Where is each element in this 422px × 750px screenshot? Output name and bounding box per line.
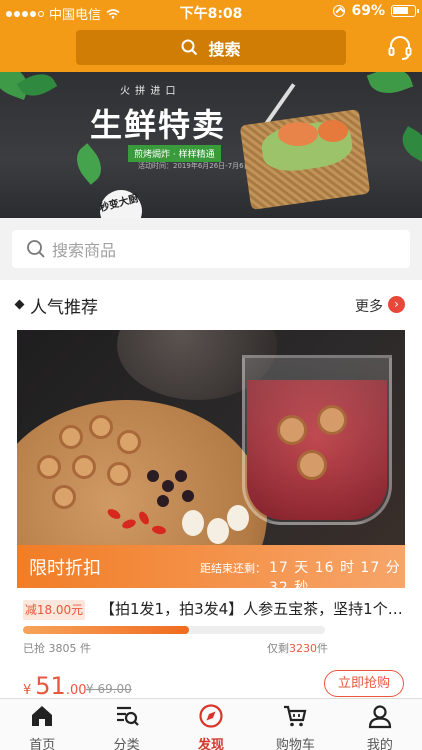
battery-icon	[391, 5, 419, 17]
sold-count: 已抢 3805 件	[23, 642, 91, 655]
discount-badge: 减18.00元	[23, 600, 85, 620]
headset-icon[interactable]	[388, 35, 412, 61]
jujube-slice	[59, 425, 83, 449]
leaf-decoration	[366, 72, 414, 101]
flash-sale-label: 限时折扣	[29, 558, 101, 579]
header-search-label: 搜索	[208, 39, 241, 59]
raisin	[162, 480, 174, 492]
leaf-decoration	[68, 143, 110, 185]
status-right: 69%	[333, 3, 419, 19]
rotation-lock-icon	[333, 5, 346, 17]
banner-date: 活动时间：2019年6月26日-7月6日	[138, 162, 251, 170]
raisin	[157, 495, 169, 507]
jujube-slice	[52, 485, 76, 509]
shrimp-image	[318, 120, 348, 142]
section-title: 人气推荐	[30, 298, 98, 318]
remaining-suffix: 件	[317, 642, 328, 655]
promo-banner[interactable]: 火 拼 进 口 生鲜特卖 煎烤焗炸 · 样样精通 活动时间：2019年6月26日…	[0, 72, 422, 218]
product-price: ¥ 51 .00	[23, 672, 87, 700]
jujube-slice	[72, 455, 96, 479]
raisin	[147, 470, 159, 482]
banner-sticker: 秒变大厨	[95, 185, 147, 218]
lily-bulb	[227, 505, 249, 531]
countdown-timer: 17 天 16 时 17 分 32 秒	[269, 560, 401, 596]
home-icon	[32, 706, 53, 726]
search-section: 搜索商品	[0, 218, 422, 280]
section-header: 人气推荐 更多 ›	[0, 280, 422, 330]
tab-label: 首页	[29, 738, 56, 750]
remaining-count: 仅剩3230件	[267, 640, 328, 656]
banner-subtitle: 火 拼 进 口	[120, 86, 177, 97]
jujube-slice	[89, 415, 113, 439]
lily-bulb	[182, 510, 204, 536]
tab-label: 发现	[198, 738, 225, 750]
tab-profile[interactable]: 我的	[338, 699, 422, 750]
tab-home[interactable]: 首页	[0, 699, 84, 750]
buy-now-button[interactable]: 立即抢购	[324, 670, 404, 697]
flash-sale-bar: 限时折扣 距结束还剩： 17 天 16 时 17 分 32 秒	[17, 545, 405, 596]
price-integer: 51	[35, 672, 66, 700]
original-price: ¥ 69.00	[86, 682, 132, 696]
remaining-prefix: 仅剩	[267, 642, 289, 655]
floating-slice	[297, 450, 327, 480]
remaining-number: 3230	[289, 642, 317, 655]
search-icon	[27, 240, 45, 258]
category-icon	[116, 706, 139, 726]
diamond-icon	[14, 299, 25, 310]
raisin	[175, 470, 187, 482]
app-header: 中国电信 下午8:08 69% 搜索	[0, 0, 422, 72]
compass-icon	[199, 704, 223, 728]
jujube-slice	[107, 462, 131, 486]
search-icon	[181, 39, 198, 56]
shrimp-image	[278, 122, 318, 146]
currency-symbol: ¥	[23, 683, 32, 698]
tab-discover[interactable]: 发现	[169, 699, 253, 750]
tab-label: 购物车	[275, 738, 315, 750]
tab-category[interactable]: 分类	[84, 699, 168, 750]
search-placeholder: 搜索商品	[52, 241, 117, 260]
sales-progress-fill	[23, 626, 190, 634]
cart-icon	[284, 705, 307, 727]
countdown-label: 距结束还剩：	[200, 562, 266, 575]
leaf-decoration	[396, 126, 422, 162]
tab-label: 我的	[366, 738, 393, 750]
glass-cup	[242, 355, 392, 525]
floating-slice	[277, 415, 307, 445]
raisin	[182, 490, 194, 502]
tab-label: 分类	[113, 738, 140, 750]
status-bar: 中国电信 下午8:08 69%	[0, 0, 422, 23]
jujube-slice	[37, 455, 61, 479]
more-link[interactable]: 更多	[355, 296, 383, 316]
sales-progress-bar	[23, 626, 325, 634]
battery-percent: 69%	[351, 3, 385, 19]
lily-bulb	[207, 518, 229, 544]
user-icon	[368, 705, 391, 729]
product-title[interactable]: 【拍1发1，拍3发4】人参五宝茶，坚持1个月，…	[100, 598, 406, 619]
tab-cart[interactable]: 购物车	[253, 699, 337, 750]
jujube-slice	[117, 430, 141, 454]
price-decimal: .00	[65, 683, 87, 698]
popular-section: 人气推荐 更多 › 限时折扣 距结束还剩： 17 天 16 时 17 分 32 …	[0, 280, 422, 700]
floating-slice	[317, 405, 347, 435]
search-input[interactable]: 搜索商品	[12, 230, 410, 268]
tab-bar: 首页 分类 发现 购物车 我的	[0, 698, 422, 750]
header-search-button[interactable]: 搜索	[76, 30, 346, 65]
banner-title: 生鲜特卖	[90, 106, 227, 144]
chevron-right-icon[interactable]: ›	[388, 296, 405, 313]
banner-tag: 煎烤焗炸 · 样样精通	[128, 145, 221, 162]
